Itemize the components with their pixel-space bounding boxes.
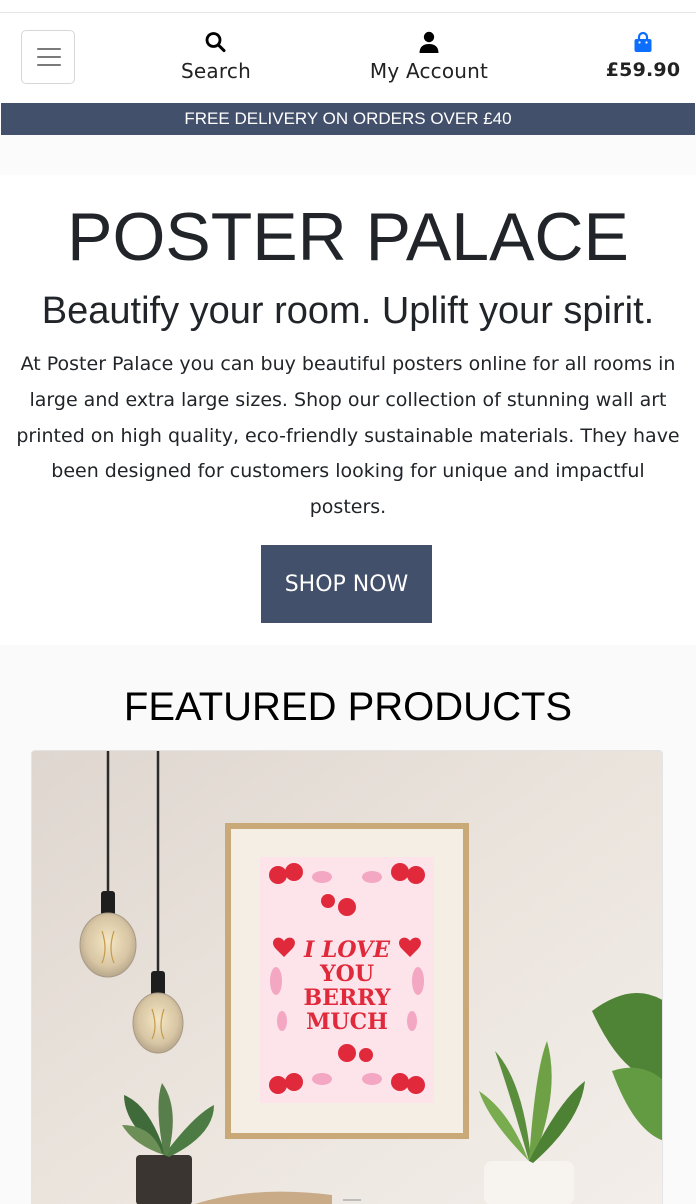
nav-cart-link[interactable]: £59.90	[598, 30, 688, 81]
svg-text:BERRY: BERRY	[304, 985, 391, 1011]
featured-products-heading: FEATURED PRODUCTS	[123, 685, 573, 729]
svg-text:I LOVE: I LOVE	[303, 937, 391, 963]
svg-text:YOU: YOU	[319, 961, 374, 987]
hero-tagline: Beautify your room. Uplift your spirit.	[41, 290, 655, 332]
nav-search-link[interactable]: Search	[160, 30, 272, 83]
shop-now-button[interactable]: SHOP NOW	[261, 545, 432, 623]
nav-account-link[interactable]: My Account	[352, 30, 506, 83]
poster-lettering: I LOVE YOU BERRY MUCH	[303, 937, 391, 1035]
hamburger-line	[37, 56, 61, 58]
svg-text:MUCH: MUCH	[306, 1009, 388, 1035]
site-title: POSTER PALACE	[67, 199, 629, 275]
user-icon	[419, 31, 439, 53]
scroll-indicator	[343, 1199, 361, 1201]
search-icon	[205, 32, 226, 53]
shopping-bag-icon	[634, 31, 652, 52]
hamburger-menu-button[interactable]	[21, 30, 75, 84]
hamburger-line	[37, 48, 61, 50]
nav-search-label: Search	[181, 59, 251, 83]
framed-poster: I LOVE YOU BERRY MUCH	[225, 823, 469, 1139]
hero-section: POSTER PALACE Beautify your room. Uplift…	[0, 175, 696, 645]
section-spacer	[0, 135, 696, 175]
hero-description: At Poster Palace you can buy beautiful p…	[16, 353, 680, 519]
cart-total: £59.90	[605, 59, 681, 81]
hamburger-line	[37, 64, 61, 66]
product-image[interactable]: I LOVE YOU BERRY MUCH	[32, 751, 663, 1204]
product-card[interactable]: I LOVE YOU BERRY MUCH	[31, 750, 663, 1204]
featured-products-section: FEATURED PRODUCTS I LOVE YOU BERRY MUCH	[0, 645, 696, 1204]
free-delivery-banner: FREE DELIVERY ON ORDERS OVER £40	[1, 103, 695, 135]
nav-account-label: My Account	[369, 59, 489, 83]
site-header: Search My Account £59.90	[0, 12, 696, 104]
